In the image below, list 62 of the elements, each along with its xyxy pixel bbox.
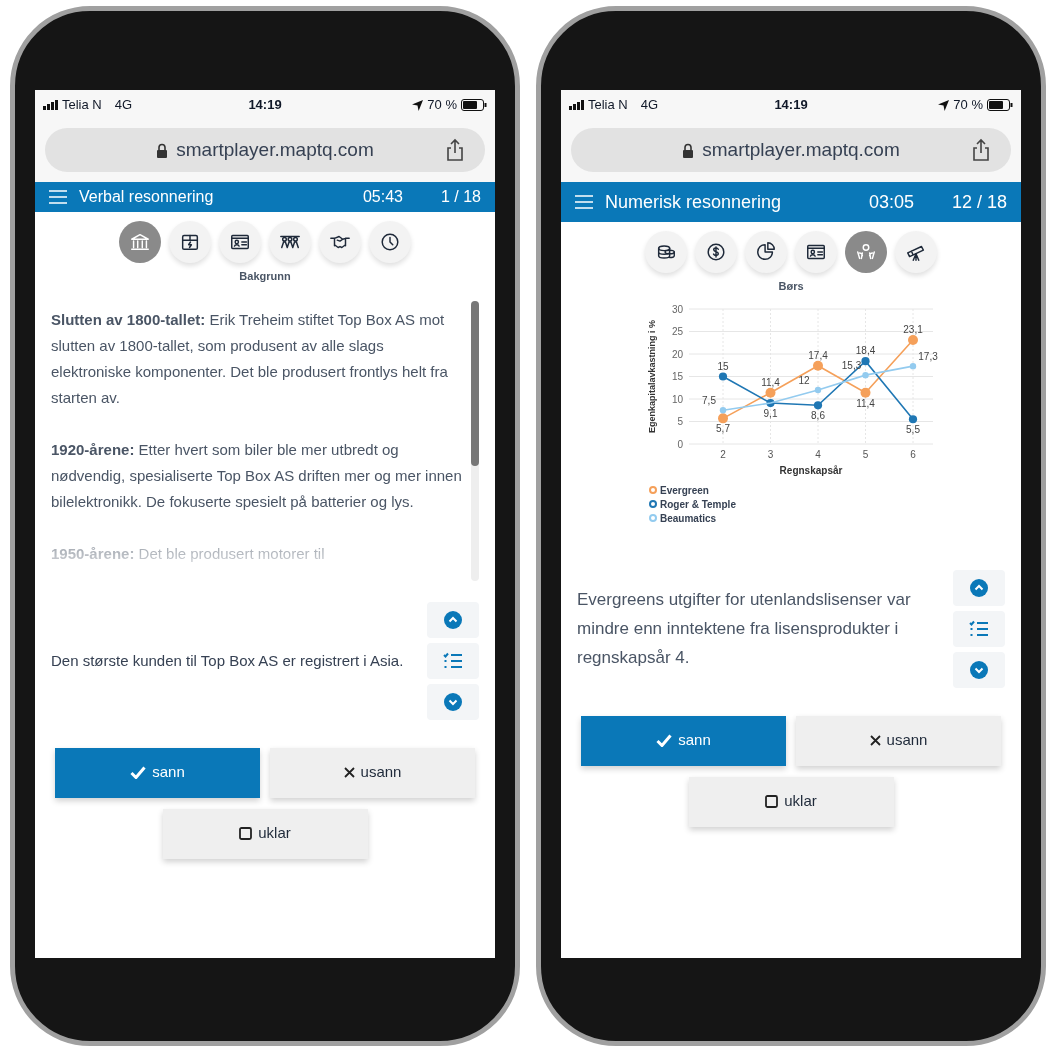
question-counter: 1 / 18 — [440, 187, 481, 207]
axis-tick-label: 5 — [862, 448, 869, 460]
axis-title: Regnskapsår — [779, 464, 843, 476]
address-bar[interactable]: smartplayer.maptq.com — [571, 128, 1011, 172]
url-text: smartplayer.maptq.com — [702, 137, 900, 162]
tab-caption: Bakgrunn — [238, 269, 292, 284]
answer-button[interactable]: uklar — [162, 808, 368, 859]
answer-button[interactable]: sann — [55, 747, 260, 798]
answer-button[interactable]: usann — [270, 747, 475, 798]
data-label: 11,4 — [856, 397, 875, 409]
data-label: 5,5 — [906, 423, 920, 435]
axis-tick-label: 3 — [767, 448, 774, 460]
legend-label: Roger & Temple — [660, 497, 736, 511]
carrier-label: Telia N — [62, 96, 102, 115]
data-label: 5,7 — [716, 422, 730, 434]
data-label: 7,5 — [702, 394, 716, 406]
axis-tick-label: 6 — [910, 448, 916, 460]
axis-tick-label: 15 — [671, 370, 683, 382]
answer-button[interactable]: sann — [581, 715, 786, 766]
axis-title: Egenkapitalavkastning i % — [647, 319, 657, 433]
carrier-label: Telia N — [588, 96, 628, 115]
data-label: 9,1 — [763, 407, 778, 419]
passage-paragraph: 1920-årene: Etter hvert som biler ble mer utbredt og nødvendig, spesialiserte Top Box AS driften mer og mer innen bilelektronikk. De fokuserte spesielt på batterier og lys. — [51, 439, 463, 512]
data-label: 18,4 — [855, 344, 876, 356]
battery-percent: 70 % — [953, 96, 983, 115]
data-label: 15,3 — [841, 359, 862, 371]
data-label: 8,6 — [811, 409, 825, 421]
data-label: 11,4 — [761, 376, 780, 388]
data-label: 15 — [717, 360, 729, 371]
axis-tick-label: 30 — [671, 303, 683, 314]
statement-text: Evergreens utgifter for utenlandslisenser var mindre enn inntektene fra lisensprodukter i regnskapsår 4. — [577, 589, 912, 669]
axis-tick-label: 0 — [677, 438, 683, 449]
network-label: 4G — [114, 96, 133, 115]
axis-tick-label: 25 — [671, 325, 683, 337]
axis-tick-label: 4 — [815, 448, 821, 460]
section-title: Numerisk resonnering — [605, 190, 783, 214]
data-label: 12 — [798, 374, 810, 386]
battery-percent: 70 % — [427, 96, 457, 115]
legend-label: Beaumatics — [660, 511, 717, 525]
section-title: Verbal resonnering — [79, 187, 215, 207]
answer-button[interactable]: usann — [796, 715, 1001, 766]
timer: 05:43 — [362, 187, 403, 207]
question-counter: 12 / 18 — [951, 190, 1007, 214]
data-label: 23,1 — [903, 323, 923, 335]
axis-tick-label: 20 — [671, 348, 683, 359]
answer-button[interactable]: uklar — [688, 776, 894, 827]
axis-tick-label: 5 — [677, 415, 683, 427]
network-label: 4G — [640, 96, 659, 115]
tab-caption: Børs — [777, 279, 805, 294]
clock-time: 14:19 — [248, 96, 282, 115]
address-bar[interactable]: smartplayer.maptq.com — [45, 128, 485, 172]
data-label: 17,4 — [808, 349, 828, 361]
axis-tick-label: 2 — [720, 448, 726, 460]
timer: 03:05 — [868, 190, 914, 214]
legend-label: Evergreen — [660, 483, 709, 497]
statement-text: Den største kunden til Top Box AS er registrert i Asia. — [51, 650, 405, 671]
passage-paragraph: 1950-årene: Det ble produsert motorer til — [51, 543, 326, 564]
data-label: 17,3 — [918, 350, 938, 362]
clock-time: 14:19 — [774, 96, 808, 115]
passage-paragraph: Slutten av 1800-tallet: Erik Treheim stiftet Top Box AS mot slutten av 1800-tallet, som produsent av alle slags elektroniske komponenter. Det ble produsert frontlys helt fra starten av. — [51, 309, 449, 408]
url-text: smartplayer.maptq.com — [176, 137, 374, 162]
axis-tick-label: 10 — [671, 393, 683, 404]
